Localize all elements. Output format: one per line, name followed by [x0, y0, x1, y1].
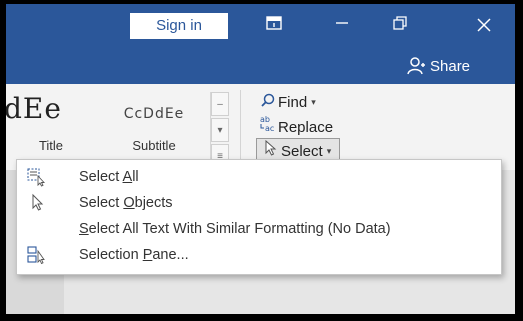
style-sample: CcDdEe: [123, 106, 185, 122]
share-bar: Share: [6, 50, 515, 84]
menu-item-select-objects[interactable]: Select Objects: [17, 190, 501, 216]
menu-item-label: Select All: [79, 169, 139, 185]
person-icon: [407, 57, 425, 75]
sign-in-button[interactable]: Sign in: [130, 13, 228, 39]
replace-label: Replace: [278, 119, 334, 136]
menu-item-select-all[interactable]: Select All: [17, 164, 501, 190]
menu-item-label: Select Objects: [79, 195, 173, 211]
find-button[interactable]: Find ▾: [258, 90, 316, 114]
search-icon: [258, 91, 278, 115]
pointer-arrow-icon: [27, 193, 47, 213]
gallery-scroll-up-button[interactable]: –: [211, 92, 229, 116]
style-label: Subtitle: [132, 138, 176, 153]
selection-pane-icon: [27, 245, 47, 265]
style-title-tile[interactable]: dEe Title: [6, 88, 96, 166]
menu-item-label: Selection Pane...: [79, 247, 189, 263]
share-label: Share: [430, 58, 471, 75]
replace-button[interactable]: ab ac Replace: [258, 114, 333, 138]
styles-gallery: dEe Title CcDdEe Subtitle – ▾ ≡: [6, 88, 232, 170]
close-icon[interactable]: [472, 14, 496, 38]
select-label: Select: [281, 143, 323, 160]
minimize-icon[interactable]: [330, 14, 354, 38]
style-subtitle-tile[interactable]: CcDdEe Subtitle: [100, 88, 208, 166]
svg-text:ab: ab: [260, 115, 270, 124]
menu-item-selection-pane[interactable]: Selection Pane...: [17, 242, 501, 268]
menu-item-select-similar-formatting[interactable]: Select All Text With Similar Formatting …: [17, 216, 501, 242]
replace-icon: ab ac: [258, 114, 278, 140]
find-label: Find: [278, 94, 308, 111]
style-sample: dEe: [6, 92, 62, 125]
select-dropdown-menu: Select All Select Objects Select All Tex…: [16, 159, 502, 275]
menu-item-label: Select All Text With Similar Formatting …: [79, 221, 391, 237]
title-bar: Sign in: [6, 4, 515, 50]
chevron-down-icon: ▾: [311, 97, 316, 107]
gallery-scroll-down-button[interactable]: ▾: [211, 118, 229, 142]
restore-icon[interactable]: [388, 14, 412, 38]
group-divider: [240, 90, 241, 166]
svg-text:ac: ac: [265, 124, 274, 132]
word-window: Sign in Share dEe Title CcDdEe Subtitle: [6, 4, 515, 314]
ribbon-display-options-icon[interactable]: [262, 14, 286, 38]
chevron-down-icon: ▾: [326, 146, 332, 156]
ribbon: dEe Title CcDdEe Subtitle – ▾ ≡ Find ▾ ab…: [6, 84, 515, 170]
share-button[interactable]: Share: [406, 55, 470, 79]
style-label: Title: [38, 138, 64, 153]
select-all-icon: [27, 167, 47, 187]
